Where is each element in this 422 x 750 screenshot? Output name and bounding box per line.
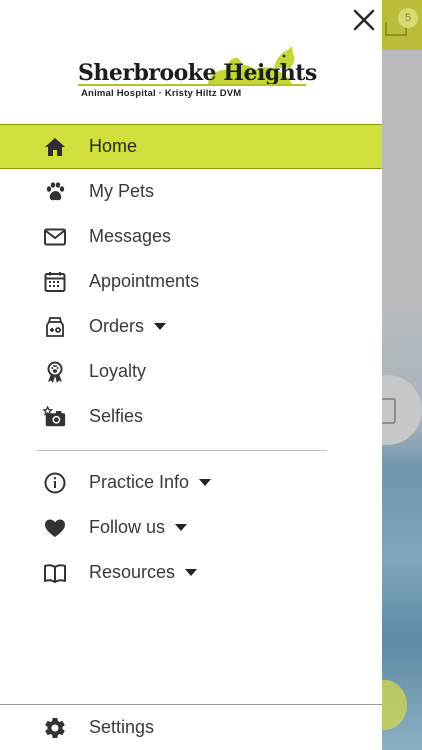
primary-menu: Home My Pets Messages Appointments Order… [0, 124, 382, 439]
background-app: 5 [382, 0, 422, 750]
menu-item-label: Appointments [89, 271, 200, 291]
envelope-icon [42, 224, 68, 250]
menu-item-orders[interactable]: Orders [0, 304, 382, 349]
chevron-down-icon [175, 523, 188, 531]
floating-action-button[interactable] [382, 680, 407, 730]
menu-item-messages[interactable]: Messages [0, 214, 382, 259]
info-icon [42, 470, 68, 496]
menu-item-label: Settings [89, 717, 155, 737]
menu-item-label: Practice Info [89, 472, 212, 493]
menu-item-resources[interactable]: Resources [0, 550, 382, 595]
close-icon [353, 9, 375, 31]
menu-item-loyalty[interactable]: Loyalty [0, 349, 382, 394]
menu-item-label: Resources [89, 562, 198, 583]
menu-item-label: Follow us [89, 517, 188, 538]
gear-icon [42, 715, 68, 741]
logo-underline [78, 84, 306, 86]
food-bag-icon [42, 314, 68, 340]
menu-item-label: Home [89, 136, 138, 156]
secondary-menu: Practice Info Follow us Resources [0, 460, 382, 595]
menu-item-home[interactable]: Home [0, 124, 382, 169]
heart-icon [42, 515, 68, 541]
menu-item-appointments[interactable]: Appointments [0, 259, 382, 304]
menu-divider [37, 450, 327, 451]
calendar-icon [42, 269, 68, 295]
background-header: 5 [382, 0, 422, 50]
navigation-drawer: Sherbrooke Heights Animal Hospital · Kri… [0, 0, 382, 750]
menu-item-label: Selfies [89, 406, 144, 426]
logo-subtitle: Animal Hospital · Kristy Hiltz DVM [81, 88, 242, 99]
menu-item-selfies[interactable]: Selfies [0, 394, 382, 439]
paw-icon [42, 179, 68, 205]
close-button[interactable] [350, 6, 378, 34]
camera-star-icon [42, 404, 68, 430]
menu-item-settings[interactable]: Settings [0, 705, 382, 750]
book-icon [42, 560, 68, 586]
chevron-down-icon [199, 478, 212, 486]
notification-badge: 5 [398, 8, 418, 28]
menu-item-practice-info[interactable]: Practice Info [0, 460, 382, 505]
paw-ribbon-icon [42, 359, 68, 385]
home-icon [42, 134, 68, 160]
chevron-down-icon [185, 568, 198, 576]
logo-name: Sherbrooke Heights [78, 60, 317, 86]
menu-item-label: Loyalty [89, 361, 147, 381]
chevron-down-icon [154, 322, 167, 330]
clinic-logo: Sherbrooke Heights Animal Hospital · Kri… [78, 44, 317, 104]
menu-item-label: Orders [89, 316, 167, 337]
menu-item-label: My Pets [89, 181, 155, 201]
menu-item-my-pets[interactable]: My Pets [0, 169, 382, 214]
menu-item-label: Messages [89, 226, 172, 246]
jar-icon [382, 398, 396, 424]
menu-item-follow-us[interactable]: Follow us [0, 505, 382, 550]
